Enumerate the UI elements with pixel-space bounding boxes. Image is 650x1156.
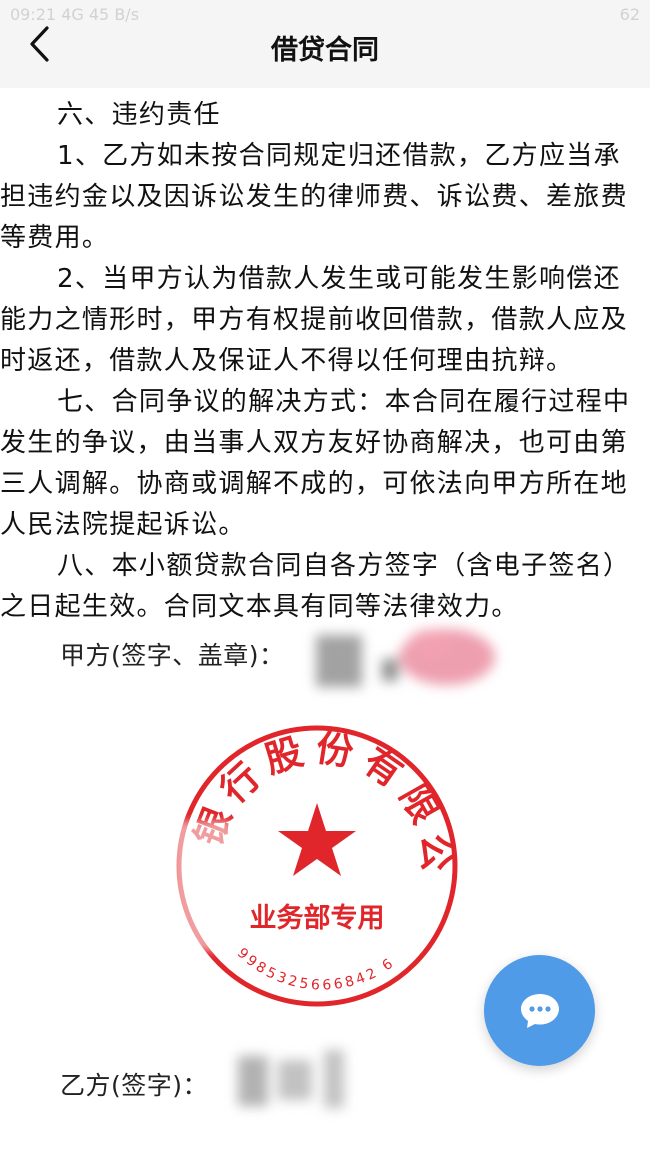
- chevron-left-icon: [30, 26, 49, 62]
- battery-indicator: 62: [619, 4, 640, 24]
- party-b-label: 乙方(签字)：: [60, 1071, 209, 1100]
- company-seal: 银行股份有限公司 业务部专用 9985325666842 6: [172, 721, 458, 1007]
- seal-dept-text: 业务部专用: [250, 902, 385, 934]
- status-bar: 09:21 4G 45 B/s 62: [0, 0, 650, 28]
- party-a-label: 甲方(签字、盖章)：: [60, 641, 285, 670]
- chat-fab-button[interactable]: [484, 955, 595, 1066]
- back-button[interactable]: [22, 24, 56, 64]
- clipped-text-line: · · · · · · · ·: [26, 88, 586, 92]
- contract-document: · · · · · · · · 六、违约责任 1、乙方如未按合同规定归还借款，乙…: [0, 88, 650, 1156]
- section-7-dispute: 七、合同争议的解决方式：本合同在履行过程中发生的争议，由当事人双方友好协商解决，…: [0, 387, 631, 540]
- section-6-clause-1: 1、乙方如未按合同规定归还借款，乙方应当承担违约金以及因诉讼发生的律师费、诉讼费…: [0, 141, 628, 253]
- page-title: 借贷合同: [271, 34, 379, 66]
- section-6-heading: 六、违约责任: [57, 100, 221, 130]
- chat-bubble-icon: [520, 993, 559, 1028]
- party-a-signature: [312, 621, 502, 701]
- section-8-effect: 八、本小额贷款合同自各方签字（含电子签名）之日起生效。合同文本具有同等法律效力。: [0, 551, 631, 622]
- section-6-clause-2: 2、当甲方认为借款人发生或可能发生影响偿还能力之情形时，甲方有权提前收回借款，借…: [0, 264, 628, 376]
- seal-serial: 9985325666842 6: [234, 945, 399, 994]
- star-icon: [278, 803, 356, 876]
- party-b-signature: [228, 1040, 368, 1118]
- status-time: 09:21 4G 45 B/s: [10, 4, 140, 24]
